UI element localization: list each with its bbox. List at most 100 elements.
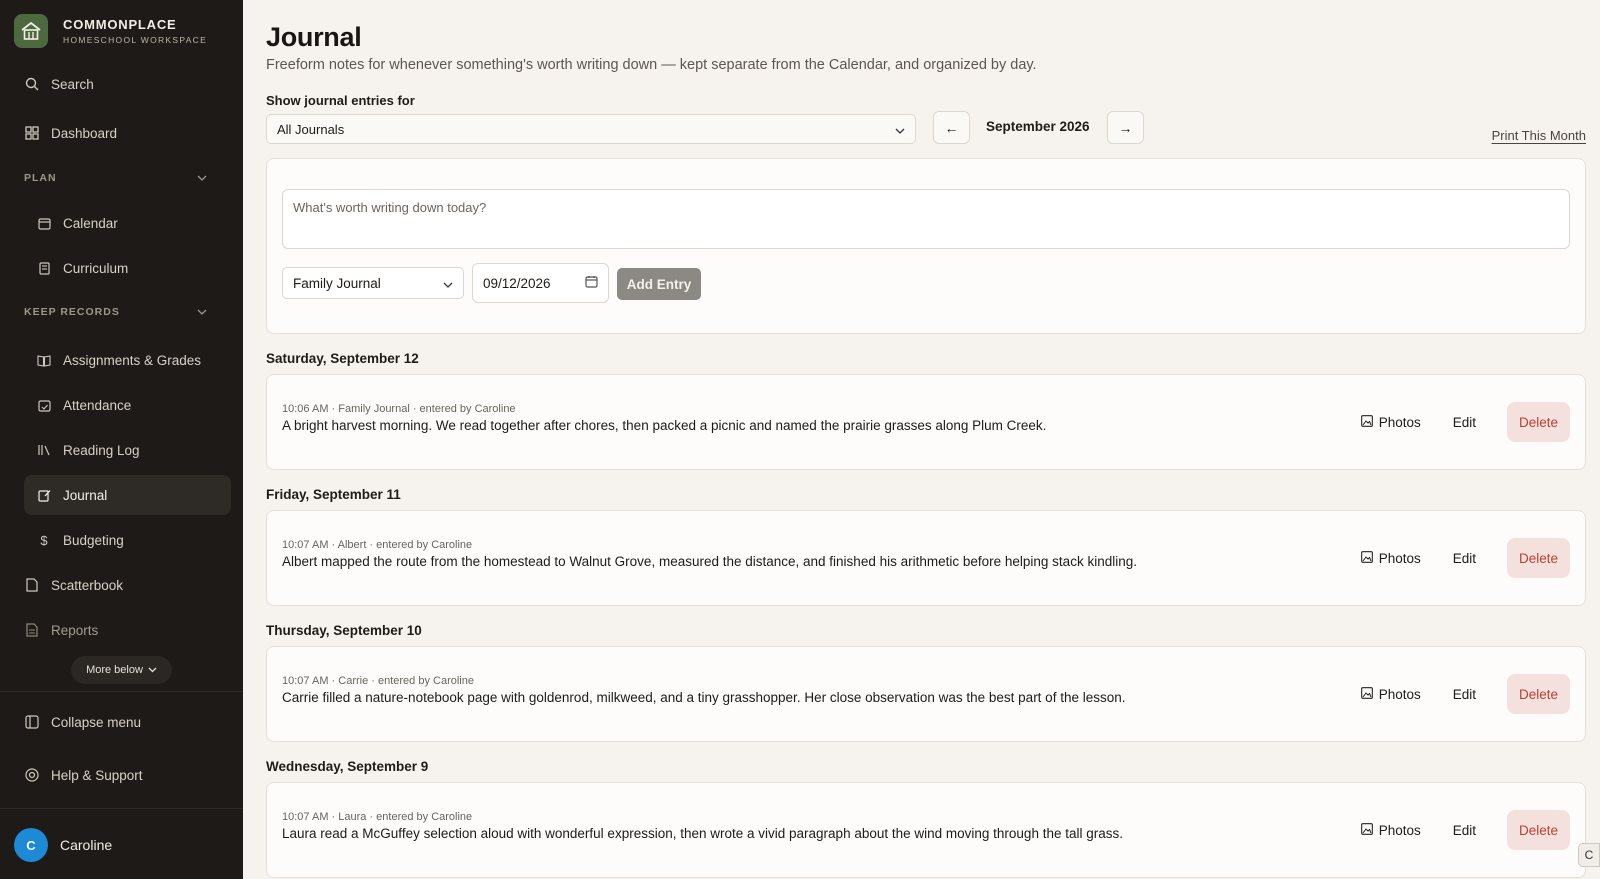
edit-button[interactable]: Edit bbox=[1453, 415, 1476, 430]
arrow-left-icon: ← bbox=[944, 119, 959, 136]
delete-button[interactable]: Delete bbox=[1507, 810, 1570, 850]
sidebar-item-calendar[interactable]: Calendar bbox=[24, 203, 231, 243]
dollar-icon: $ bbox=[40, 532, 48, 548]
sidebar-item-search[interactable]: Search bbox=[24, 64, 231, 104]
add-entry-button[interactable]: Add Entry bbox=[617, 268, 701, 300]
sidebar-item-attendance[interactable]: Attendance bbox=[24, 385, 231, 425]
search-icon bbox=[24, 76, 40, 92]
chevron-down-icon bbox=[197, 306, 207, 318]
help-label: Help & Support bbox=[51, 767, 143, 783]
sidebar-item-label: Budgeting bbox=[63, 532, 124, 548]
sidebar-item-reports[interactable]: Reports bbox=[24, 610, 231, 650]
date-value: 09/12/2026 bbox=[483, 275, 551, 291]
dashboard-grid-icon bbox=[24, 125, 40, 141]
avatar: C bbox=[14, 828, 48, 862]
journal-entry: 10:06 AM · Family Journal · entered by C… bbox=[266, 374, 1586, 470]
report-icon bbox=[24, 622, 40, 638]
entry-text: A bright harvest morning. We read togeth… bbox=[282, 418, 1047, 433]
photos-button[interactable]: Photos bbox=[1360, 550, 1421, 566]
day-heading: Friday, September 11 bbox=[266, 487, 401, 502]
photos-button[interactable]: Photos bbox=[1360, 686, 1421, 702]
house-logo-icon bbox=[14, 14, 48, 48]
calendar-icon bbox=[36, 215, 52, 231]
attendance-icon bbox=[36, 397, 52, 413]
delete-button[interactable]: Delete bbox=[1507, 674, 1570, 714]
sidebar-item-scatterbook[interactable]: Scatterbook bbox=[24, 565, 231, 605]
page-subtitle: Freeform notes for whenever something's … bbox=[266, 57, 1037, 73]
sidebar-item-label: Assignments & Grades bbox=[63, 352, 202, 368]
current-month: September 2026 bbox=[986, 119, 1090, 134]
entry-text: Laura read a McGuffey selection aloud wi… bbox=[282, 826, 1123, 841]
section-plan-toggle[interactable]: PLAN bbox=[24, 172, 207, 184]
brand-name: COMMONPLACE bbox=[63, 17, 177, 32]
entry-meta: 10:07 AM · Laura · entered by Caroline bbox=[282, 811, 473, 823]
more-below-label: More below bbox=[86, 664, 143, 676]
next-month-button[interactable]: → bbox=[1107, 111, 1144, 144]
chevron-down-icon bbox=[197, 172, 207, 184]
entry-text: Carrie filled a nature-notebook page wit… bbox=[282, 690, 1126, 705]
sidebar-item-curriculum[interactable]: Curriculum bbox=[24, 248, 231, 288]
calendar-icon bbox=[585, 275, 598, 291]
edit-button[interactable]: Edit bbox=[1453, 687, 1476, 702]
collapse-label: Collapse menu bbox=[51, 714, 142, 730]
section-records-toggle[interactable]: KEEP RECORDS bbox=[24, 306, 207, 318]
sidebar-item-label: Curriculum bbox=[63, 260, 129, 276]
sidebar-divider bbox=[0, 691, 243, 692]
sidebar: COMMONPLACE HOMESCHOOL WORKSPACE Search … bbox=[0, 0, 243, 879]
section-plan-label: PLAN bbox=[24, 172, 57, 184]
sidebar-item-label: Search bbox=[51, 76, 94, 92]
photos-label: Photos bbox=[1378, 550, 1421, 566]
sidebar-item-assignments[interactable]: Assignments & Grades bbox=[24, 340, 231, 380]
delete-button[interactable]: Delete bbox=[1507, 402, 1570, 442]
brand-subtitle: HOMESCHOOL WORKSPACE bbox=[63, 35, 208, 45]
journal-select-value: Family Journal bbox=[293, 275, 381, 291]
section-records-label: KEEP RECORDS bbox=[24, 306, 120, 318]
arrow-right-icon: → bbox=[1118, 119, 1133, 136]
corner-tab[interactable]: C bbox=[1578, 843, 1600, 867]
collapse-menu-button[interactable]: Collapse menu bbox=[24, 702, 231, 742]
day-heading: Saturday, September 12 bbox=[266, 351, 419, 366]
chevron-down-icon bbox=[443, 276, 453, 291]
sidebar-item-budgeting[interactable]: $ Budgeting bbox=[24, 520, 231, 560]
print-month-link[interactable]: Print This Month bbox=[1492, 128, 1586, 143]
sidebar-item-label: Dashboard bbox=[51, 125, 118, 141]
day-heading: Thursday, September 10 bbox=[266, 623, 422, 638]
journal-select[interactable]: Family Journal bbox=[282, 267, 464, 299]
entry-meta: 10:07 AM · Albert · entered by Caroline bbox=[282, 539, 473, 551]
entry-meta: 10:07 AM · Carrie · entered by Caroline bbox=[282, 675, 474, 687]
sidebar-divider bbox=[0, 808, 243, 809]
entry-composer: What's worth writing down today? Family … bbox=[266, 158, 1586, 334]
brand[interactable]: COMMONPLACE HOMESCHOOL WORKSPACE bbox=[14, 14, 207, 48]
photos-label: Photos bbox=[1378, 414, 1421, 430]
photos-button[interactable]: Photos bbox=[1360, 822, 1421, 838]
entry-textarea[interactable]: What's worth writing down today? bbox=[282, 189, 1570, 249]
delete-button[interactable]: Delete bbox=[1507, 538, 1570, 578]
user-account[interactable]: C Caroline bbox=[14, 828, 112, 862]
filter-label: Show journal entries for bbox=[266, 93, 415, 108]
image-icon bbox=[1360, 686, 1373, 702]
edit-button[interactable]: Edit bbox=[1453, 551, 1476, 566]
journal-entry: 10:07 AM · Albert · entered by Caroline … bbox=[266, 510, 1586, 606]
image-icon bbox=[1360, 550, 1373, 566]
date-field[interactable]: 09/12/2026 bbox=[472, 263, 609, 303]
photos-label: Photos bbox=[1378, 686, 1421, 702]
more-below-button[interactable]: More below bbox=[71, 656, 172, 684]
book-open-icon bbox=[36, 352, 52, 368]
sidebar-item-dashboard[interactable]: Dashboard bbox=[24, 113, 231, 153]
user-name: Caroline bbox=[60, 837, 113, 853]
entry-meta: 10:06 AM · Family Journal · entered by C… bbox=[282, 403, 516, 415]
sidebar-item-label: Reports bbox=[51, 622, 99, 638]
sidebar-item-label: Attendance bbox=[63, 397, 132, 413]
journal-filter-select[interactable]: All Journals bbox=[266, 114, 916, 144]
photos-button[interactable]: Photos bbox=[1360, 414, 1421, 430]
journal-entry: 10:07 AM · Laura · entered by Caroline L… bbox=[266, 782, 1586, 878]
sidebar-item-reading-log[interactable]: Reading Log bbox=[24, 430, 231, 470]
image-icon bbox=[1360, 414, 1373, 430]
help-support-button[interactable]: Help & Support bbox=[24, 755, 231, 795]
edit-button[interactable]: Edit bbox=[1453, 823, 1476, 838]
journal-edit-icon bbox=[36, 487, 52, 503]
prev-month-button[interactable]: ← bbox=[933, 111, 970, 144]
entry-text: Albert mapped the route from the homeste… bbox=[282, 554, 1137, 569]
sidebar-item-journal[interactable]: Journal bbox=[24, 475, 231, 515]
photos-label: Photos bbox=[1378, 822, 1421, 838]
